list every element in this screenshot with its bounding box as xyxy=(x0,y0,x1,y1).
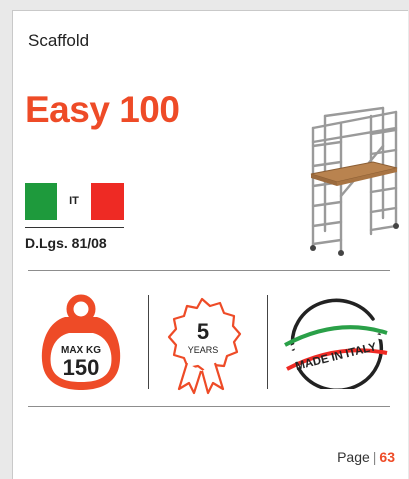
product-title: Easy 100 xyxy=(25,89,180,130)
page-label: Page xyxy=(337,449,370,465)
scaffold-image xyxy=(310,106,399,256)
weight-icon: MAX KG 150 xyxy=(41,294,121,390)
page-number: 63 xyxy=(379,449,395,465)
catalog-page: Scaffold Easy 100 IT D.Lgs. 81/08 MAX KG… xyxy=(12,10,408,479)
flag-red-stripe xyxy=(91,183,124,220)
page-footer: Page | 63 xyxy=(337,449,395,465)
badge-separator xyxy=(148,295,149,389)
warranty-label: YEARS xyxy=(188,345,219,355)
category-label: Scaffold xyxy=(28,31,90,50)
page-separator: | xyxy=(372,449,377,465)
made-in-italy-label: MADE IN ITALY xyxy=(294,341,378,373)
warranty-value: 5 xyxy=(197,319,209,344)
divider xyxy=(28,270,390,271)
flag-underline xyxy=(25,227,124,228)
regulation-label: D.Lgs. 81/08 xyxy=(25,235,107,251)
country-code: IT xyxy=(69,195,79,207)
badge-separator xyxy=(267,295,268,389)
warranty-rosette-icon: 5 YEARS xyxy=(167,297,242,395)
made-in-italy-seal-icon: MADE IN ITALY xyxy=(284,298,388,389)
flag-green-stripe xyxy=(25,183,57,220)
weight-value: 150 xyxy=(63,355,100,380)
divider xyxy=(28,406,390,407)
italian-flag: IT xyxy=(25,183,125,221)
